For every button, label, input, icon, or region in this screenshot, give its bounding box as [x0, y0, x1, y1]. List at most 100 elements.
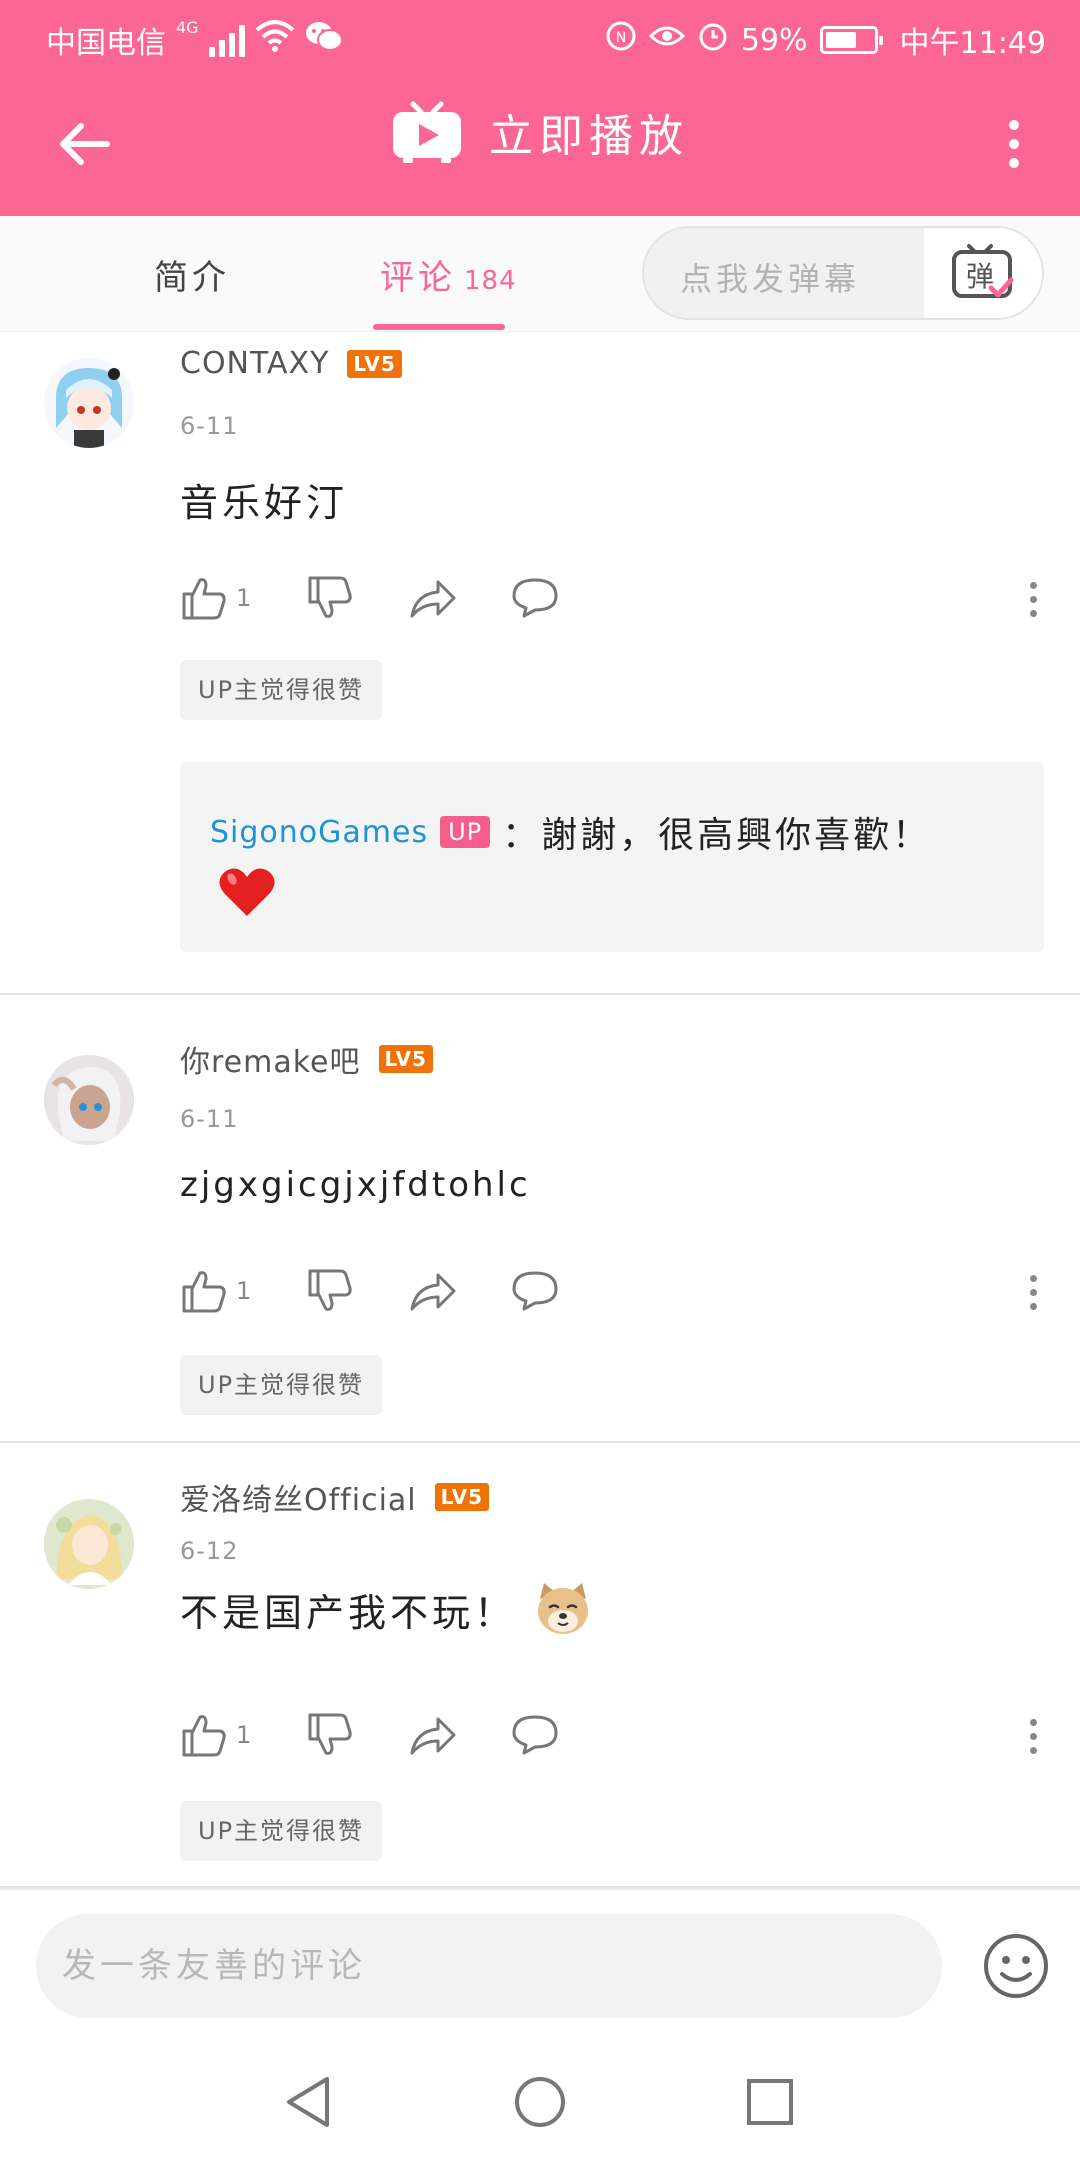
- dislike-button[interactable]: [306, 1261, 354, 1321]
- svg-text:N: N: [616, 30, 626, 46]
- triangle-back-icon: [287, 2077, 329, 2127]
- avatar[interactable]: [44, 358, 134, 448]
- comment-text: 不是国产我不玩！: [180, 1581, 592, 1637]
- top-bar: 中国电信 4G N 59% 中午11:49 立即播放: [0, 0, 1080, 216]
- danmaku-placeholder: 点我发弹幕: [680, 260, 861, 298]
- comment-item: 爱洛绮丝Official LV5 6-12 不是国产我不玩！ 1 UP主觉得很赞: [0, 1443, 1080, 1888]
- carrier-label: 中国电信: [46, 26, 166, 61]
- circle-home-icon: [515, 2077, 565, 2127]
- share-button[interactable]: [408, 1705, 458, 1765]
- share-icon: [410, 1273, 456, 1311]
- comment-username[interactable]: CONTAXY LV5: [180, 346, 402, 381]
- comment-actions: 1: [180, 568, 1050, 628]
- thumbs-up-icon: [182, 1715, 226, 1757]
- tab-comments-label: 评论: [380, 258, 456, 298]
- tab-intro[interactable]: 简介: [154, 250, 230, 299]
- up-liked-tag: UP主觉得很赞: [180, 1801, 383, 1861]
- app-bar: 立即播放: [0, 72, 1080, 216]
- comment-date: 6-12: [180, 1537, 239, 1565]
- danmaku-entry[interactable]: 点我发弹幕 弹: [642, 226, 1044, 320]
- battery-icon: [819, 26, 883, 54]
- comment-input-bar: [0, 1888, 1080, 2030]
- reply-button[interactable]: [510, 1705, 560, 1765]
- smiley-face-icon: [984, 1934, 1048, 1998]
- play-now-button[interactable]: 立即播放: [0, 100, 1080, 164]
- chat-bubble-icon: [512, 578, 558, 618]
- comment-text: 音乐好汀: [180, 481, 349, 525]
- comment-text: zjgxgicgjxjfdtohlc: [180, 1165, 531, 1205]
- avatar[interactable]: [44, 1055, 134, 1145]
- chat-bubble-icon: [512, 1715, 558, 1755]
- heart-emoji-icon: [219, 868, 275, 916]
- dislike-button[interactable]: [306, 1705, 354, 1765]
- eye-comfort-icon: [648, 22, 685, 58]
- share-icon: [410, 1717, 456, 1755]
- reply-button[interactable]: [510, 1261, 560, 1321]
- page-title: 立即播放: [489, 111, 689, 162]
- comment-more-button[interactable]: [1018, 1713, 1048, 1759]
- like-count: 1: [236, 1277, 252, 1305]
- dislike-button[interactable]: [306, 568, 354, 628]
- like-count: 1: [236, 1721, 252, 1749]
- reply-button[interactable]: [510, 568, 560, 628]
- like-button[interactable]: 1: [180, 1705, 251, 1765]
- share-icon: [410, 580, 456, 618]
- tab-comments[interactable]: 评论 184: [380, 250, 517, 299]
- danmaku-tv-icon: 弹: [952, 244, 1014, 298]
- anime-avatar-icon: [44, 1055, 134, 1145]
- comment-more-button[interactable]: [1018, 1269, 1048, 1315]
- thumbs-up-icon: [182, 578, 226, 620]
- comment-date: 6-11: [180, 412, 239, 440]
- more-options-button[interactable]: [984, 104, 1044, 184]
- comment-actions: 1: [180, 1705, 1050, 1765]
- level-badge: LV5: [434, 1483, 490, 1511]
- square-recents-icon: [747, 2079, 793, 2125]
- wifi-icon: [255, 20, 295, 60]
- alarm-icon: [697, 20, 729, 60]
- up-reply-box[interactable]: SigonoGames UP ： 謝謝，很高興你喜歡！: [180, 762, 1044, 952]
- comment-date: 6-11: [180, 1105, 239, 1133]
- comment-actions: 1: [180, 1261, 1050, 1321]
- network-label: 4G: [176, 18, 199, 37]
- comment-input[interactable]: [36, 1914, 942, 2018]
- comment-list[interactable]: CONTAXY LV5 6-11 音乐好汀 1 UP主觉得很赞 SigonoGa…: [0, 332, 1080, 1888]
- comment-more-button[interactable]: [1018, 576, 1048, 622]
- battery-text: 59%: [740, 22, 808, 58]
- anime-avatar-icon: [44, 358, 134, 448]
- nfc-icon: N: [605, 20, 637, 60]
- anime-avatar-icon: [44, 1499, 134, 1589]
- thumbs-up-icon: [182, 1271, 226, 1313]
- like-button[interactable]: 1: [180, 1261, 251, 1321]
- like-button[interactable]: 1: [180, 568, 251, 628]
- signal-icon: [208, 23, 245, 57]
- thumbs-down-icon: [308, 1269, 352, 1311]
- active-tab-indicator: [373, 324, 505, 330]
- comments-count: 184: [464, 266, 517, 296]
- reply-username[interactable]: SigonoGames: [210, 815, 428, 850]
- nav-home-button[interactable]: [510, 2072, 570, 2132]
- status-bar: 中国电信 4G N 59% 中午11:49: [0, 0, 1080, 72]
- danmaku-button[interactable]: 弹: [924, 228, 1042, 318]
- emoji-button[interactable]: [982, 1932, 1050, 2000]
- system-nav-bar: [0, 2030, 1080, 2160]
- clock: 中午11:49: [899, 26, 1046, 61]
- level-badge: LV5: [378, 1045, 433, 1073]
- comment-item: CONTAXY LV5 6-11 音乐好汀 1 UP主觉得很赞 SigonoGa…: [0, 332, 1080, 995]
- comment-username[interactable]: 爱洛绮丝Official LV5: [180, 1475, 490, 1519]
- nav-back-button[interactable]: [278, 2072, 338, 2132]
- comment-username[interactable]: 你remake吧 LV5: [180, 1037, 433, 1081]
- share-button[interactable]: [408, 1261, 458, 1321]
- reply-separator: ：: [502, 815, 542, 856]
- share-button[interactable]: [408, 568, 458, 628]
- tv-play-icon: [393, 101, 461, 163]
- like-count: 1: [236, 584, 252, 612]
- chat-bubble-icon: [512, 1271, 558, 1311]
- nav-recents-button[interactable]: [740, 2072, 800, 2132]
- thumbs-down-icon: [308, 1713, 352, 1755]
- thumbs-down-icon: [308, 576, 352, 618]
- up-liked-tag: UP主觉得很赞: [180, 1355, 383, 1415]
- reply-text: 謝謝，很高興你喜歡！: [541, 815, 932, 856]
- avatar[interactable]: [44, 1499, 134, 1589]
- wechat-icon: [305, 20, 343, 60]
- up-badge: UP: [440, 816, 491, 848]
